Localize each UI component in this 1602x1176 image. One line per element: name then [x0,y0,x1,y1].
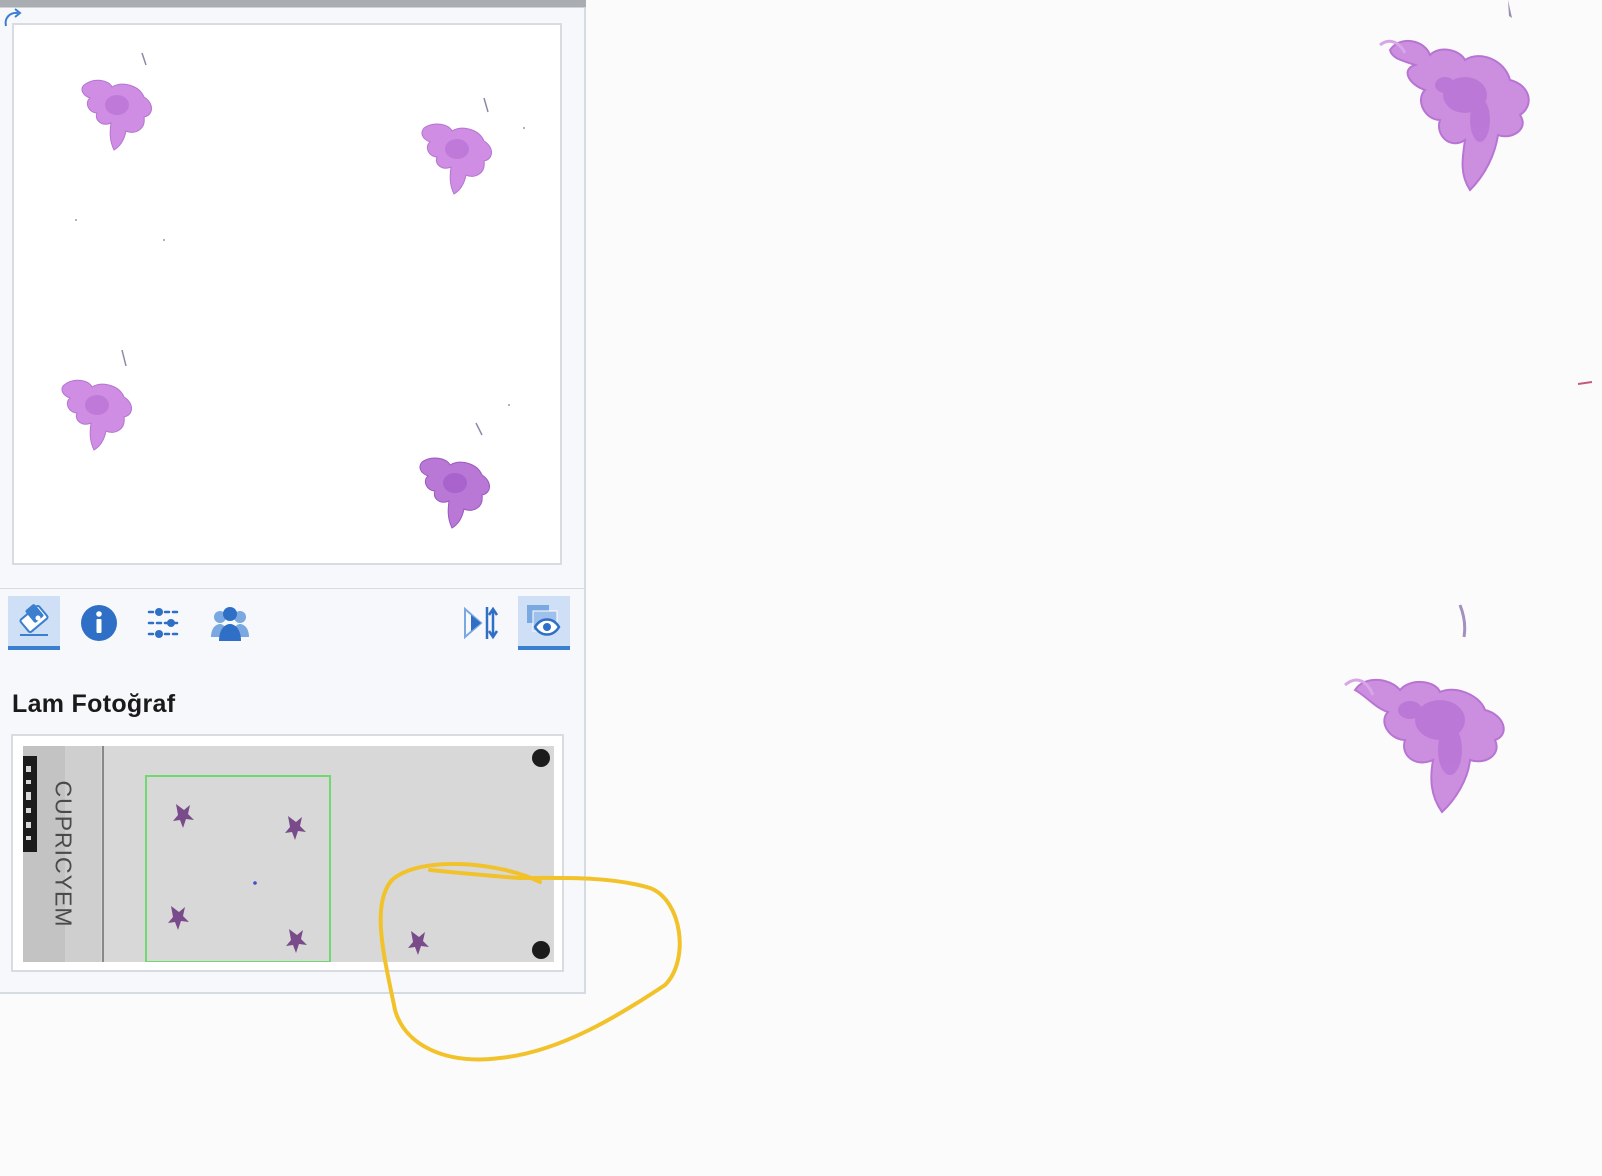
panel-top-bar [0,0,586,8]
debris-mark [1578,381,1592,385]
slide-photo[interactable]: CUPRICYEM [23,746,554,962]
panel-divider [0,588,586,589]
info-button[interactable] [73,596,125,650]
flip-icon [464,606,499,640]
overview-tissue-4 [419,422,490,529]
info-icon [81,605,117,641]
overview-tissue-2 [421,97,492,195]
overview-thumbnail[interactable] [12,23,562,565]
eye-layers-icon [527,605,561,636]
flip-button[interactable] [455,596,507,650]
eraser-icon [19,604,49,636]
slide-photo-frame: CUPRICYEM [11,734,564,972]
users-button[interactable] [204,596,256,650]
slide-label-text: CUPRICYEM [50,780,77,928]
adjustments-button[interactable] [139,596,191,650]
overview-tissue-3 [61,349,132,451]
slide-viewer-canvas[interactable]: Lam Fotoğraf CUPRICYEM [0,0,1602,1176]
sliders-icon [147,608,183,638]
layer-visibility-button[interactable] [518,596,570,650]
section-title: Lam Fotoğraf [12,690,176,718]
eraser-button[interactable] [8,596,60,650]
tissue-sample-main-top [1379,0,1530,192]
users-icon [211,607,249,641]
tissue-sample-main-bottom [1344,604,1505,814]
overview-tissue-1 [81,52,152,151]
navigator-panel: Lam Fotoğraf CUPRICYEM [0,0,586,994]
